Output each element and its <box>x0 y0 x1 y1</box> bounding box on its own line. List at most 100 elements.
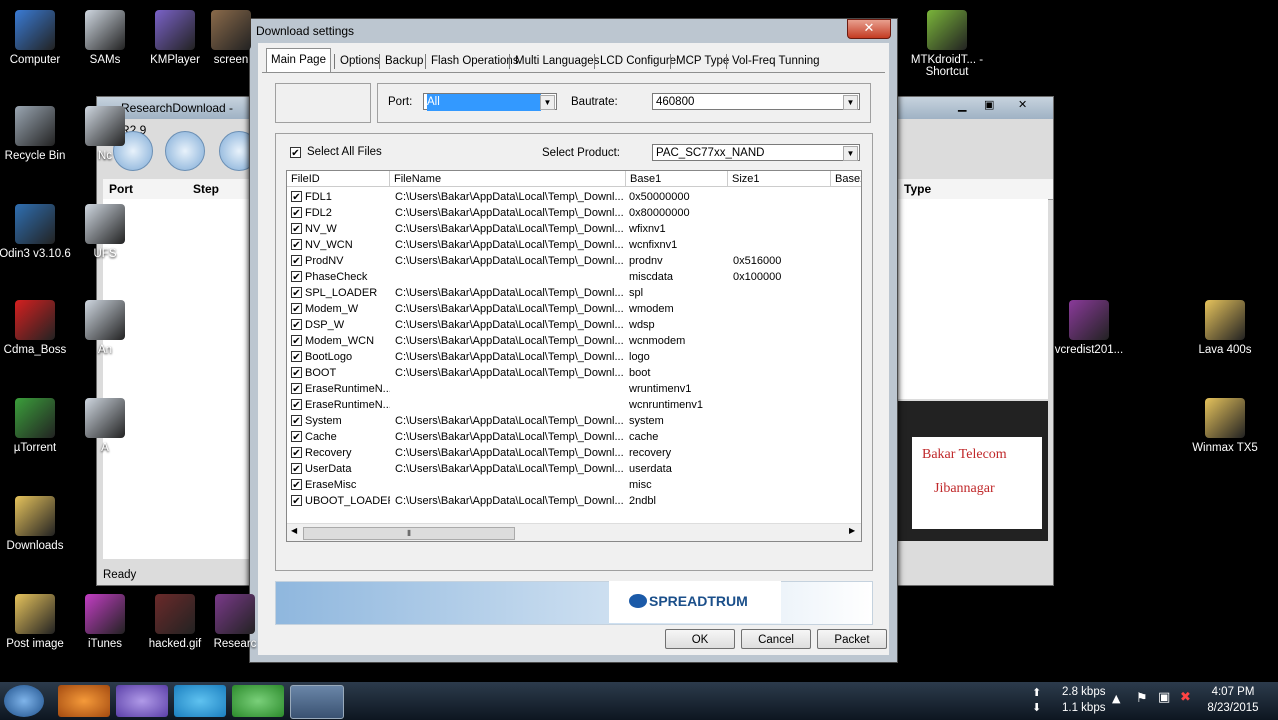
table-row[interactable]: ✔ Modem_WCN C:\Users\Bakar\AppData\Local\T… <box>287 333 861 349</box>
desktop-icon-col2-5[interactable]: iTunes <box>66 594 144 650</box>
show-hidden-icon[interactable]: ▲ <box>1112 692 1120 705</box>
table-row[interactable]: ✔ ProdNV C:\Users\Bakar\AppData\Local\Temp… <box>287 253 861 269</box>
desktop-icon-col2-1[interactable]: Nc <box>66 106 144 162</box>
desktop-icon-col2-0[interactable]: SAMs <box>66 10 144 66</box>
options-gear-icon[interactable] <box>165 131 205 171</box>
close-button[interactable]: ✕ <box>847 19 891 39</box>
chevron-down-icon[interactable]: ▼ <box>843 95 858 110</box>
row-checkbox[interactable]: ✔ <box>291 431 302 442</box>
table-row[interactable]: ✔ Modem_W C:\Users\Bakar\AppData\Local\Tem… <box>287 301 861 317</box>
tab-main-page[interactable]: Main Page <box>266 48 331 73</box>
table-row[interactable]: ✔ NV_WCN C:\Users\Bakar\AppData\Local\Temp… <box>287 237 861 253</box>
desktop-icon-col2-2[interactable]: UFS <box>66 204 144 260</box>
clock-time[interactable]: 4:07 PM <box>1205 686 1261 698</box>
cancel-button[interactable]: Cancel <box>741 629 811 649</box>
tab-mcp-type[interactable]: MCP Type <box>672 51 733 71</box>
table-row[interactable]: ✔ BootLogo C:\Users\Bakar\AppData\Local\Te… <box>287 349 861 365</box>
desktop-icon-left-2[interactable]: Odin3 v3.10.6 <box>0 204 74 260</box>
tab-options[interactable]: Options <box>336 51 384 71</box>
table-row[interactable]: ✔ EraseMisc misc <box>287 477 861 493</box>
desktop-icon-left-0[interactable]: Computer <box>0 10 74 66</box>
table-row[interactable]: ✔ NV_W C:\Users\Bakar\AppData\Local\Temp\_… <box>287 221 861 237</box>
row-checkbox[interactable]: ✔ <box>291 223 302 234</box>
desktop-icon-screen[interactable]: screen <box>192 10 270 66</box>
skype-icon[interactable] <box>174 685 226 717</box>
kmplayer-icon[interactable] <box>116 685 168 717</box>
research-download-task-icon[interactable] <box>290 685 344 719</box>
port-select[interactable]: All ▼ <box>423 93 557 111</box>
clock-date[interactable]: 8/23/2015 <box>1203 702 1263 714</box>
row-checkbox[interactable]: ✔ <box>291 463 302 474</box>
minimize-icon[interactable]: ▁ <box>958 99 976 112</box>
table-row[interactable]: ✔ Cache C:\Users\Bakar\AppData\Local\Temp\… <box>287 429 861 445</box>
table-row[interactable]: ✔ UserData C:\Users\Bakar\AppData\Local\Te… <box>287 461 861 477</box>
desktop-icon-left-5[interactable]: Downloads <box>0 496 74 552</box>
horizontal-scrollbar[interactable]: ◀ ⦀ ▶ <box>287 523 861 541</box>
row-checkbox[interactable]: ✔ <box>291 303 302 314</box>
tab-multi-languages[interactable]: Multi Languages <box>511 51 603 71</box>
firefox-icon[interactable] <box>58 685 110 717</box>
packet-button[interactable]: Packet <box>817 629 887 649</box>
table-row[interactable]: ✔ FDL2 C:\Users\Bakar\AppData\Local\Temp\_… <box>287 205 861 221</box>
desktop-icon-researc[interactable]: Researc <box>196 594 274 650</box>
row-checkbox[interactable]: ✔ <box>291 351 302 362</box>
desktop-icon-left-3[interactable]: Cdma_Boss <box>0 300 74 356</box>
row-checkbox[interactable]: ✔ <box>291 255 302 266</box>
row-checkbox[interactable]: ✔ <box>291 399 302 410</box>
row-checkbox[interactable]: ✔ <box>291 271 302 282</box>
table-row[interactable]: ✔ System C:\Users\Bakar\AppData\Local\Temp… <box>287 413 861 429</box>
chevron-down-icon[interactable]: ▼ <box>843 146 858 161</box>
col-fileid[interactable]: FileID <box>287 171 390 187</box>
desktop-icon-vcredist[interactable]: vcredist201... <box>1050 300 1128 356</box>
select-all-checkbox[interactable]: ✔ <box>290 147 301 159</box>
start-button[interactable] <box>4 685 44 717</box>
maximize-icon[interactable]: ▣ <box>984 98 1002 111</box>
row-checkbox[interactable]: ✔ <box>291 447 302 458</box>
tab-vol-freq-tunning[interactable]: Vol-Freq Tunning <box>728 51 824 71</box>
scroll-thumb[interactable]: ⦀ <box>303 527 515 540</box>
row-checkbox[interactable]: ✔ <box>291 319 302 330</box>
col-size1[interactable]: Size1 <box>728 171 831 187</box>
row-checkbox[interactable]: ✔ <box>291 495 302 506</box>
desktop-icon-winmax[interactable]: Winmax TX5 <box>1186 398 1264 454</box>
desktop-icon-lava[interactable]: Lava 400s <box>1186 300 1264 356</box>
row-checkbox[interactable]: ✔ <box>291 367 302 378</box>
scroll-left-icon[interactable]: ◀ <box>291 526 297 535</box>
row-checkbox[interactable]: ✔ <box>291 239 302 250</box>
desktop-icon-col2-4[interactable]: A <box>66 398 144 454</box>
row-checkbox[interactable]: ✔ <box>291 191 302 202</box>
flag-icon[interactable]: ⚑ <box>1136 691 1148 706</box>
row-checkbox[interactable]: ✔ <box>291 383 302 394</box>
col-filename[interactable]: FileName <box>390 171 626 187</box>
desktop-icon-mtkdroid[interactable]: MTKdroidT... - Shortcut <box>908 10 986 78</box>
col-base2[interactable]: Base2 <box>831 171 861 187</box>
row-checkbox[interactable]: ✔ <box>291 207 302 218</box>
table-row[interactable]: ✔ FDL1 C:\Users\Bakar\AppData\Local\Temp\_… <box>287 189 861 205</box>
table-row[interactable]: ✔ Recovery C:\Users\Bakar\AppData\Local\Te… <box>287 445 861 461</box>
desktop-icon-col2-3[interactable]: An <box>66 300 144 356</box>
desktop-icon-left-1[interactable]: Recycle Bin <box>0 106 74 162</box>
row-checkbox[interactable]: ✔ <box>291 335 302 346</box>
ok-button[interactable]: OK <box>665 629 735 649</box>
table-row[interactable]: ✔ EraseRuntimeN... wcnruntimenv1 <box>287 397 861 413</box>
close-icon[interactable]: ✕ <box>1018 98 1036 111</box>
table-row[interactable]: ✔ DSP_W C:\Users\Bakar\AppData\Local\Temp\… <box>287 317 861 333</box>
volume-muted-icon[interactable]: ✖ <box>1180 690 1191 705</box>
table-row[interactable]: ✔ UBOOT_LOADER C:\Users\Bakar\AppData\Loca… <box>287 493 861 509</box>
desktop-icon-left-6[interactable]: Post image <box>0 594 74 650</box>
desktop-icon-left-4[interactable]: µTorrent <box>0 398 74 454</box>
table-row[interactable]: ✔ PhaseCheck miscdata 0x100000 <box>287 269 861 285</box>
product-select[interactable]: PAC_SC77xx_NAND ▼ <box>652 144 860 161</box>
row-checkbox[interactable]: ✔ <box>291 415 302 426</box>
chevron-down-icon[interactable]: ▼ <box>540 95 555 110</box>
col-base1[interactable]: Base1 <box>626 171 728 187</box>
table-row[interactable]: ✔ BOOT C:\Users\Bakar\AppData\Local\Temp\_… <box>287 365 861 381</box>
tab-backup[interactable]: Backup <box>381 51 427 71</box>
row-checkbox[interactable]: ✔ <box>291 479 302 490</box>
table-row[interactable]: ✔ EraseRuntimeN... wruntimenv1 <box>287 381 861 397</box>
utorrent-icon[interactable] <box>232 685 284 717</box>
scroll-right-icon[interactable]: ▶ <box>849 526 855 535</box>
network-icon[interactable]: ▣ <box>1158 690 1170 705</box>
baudrate-select[interactable]: 460800 ▼ <box>652 93 860 110</box>
table-row[interactable]: ✔ SPL_LOADER C:\Users\Bakar\AppData\Local\… <box>287 285 861 301</box>
